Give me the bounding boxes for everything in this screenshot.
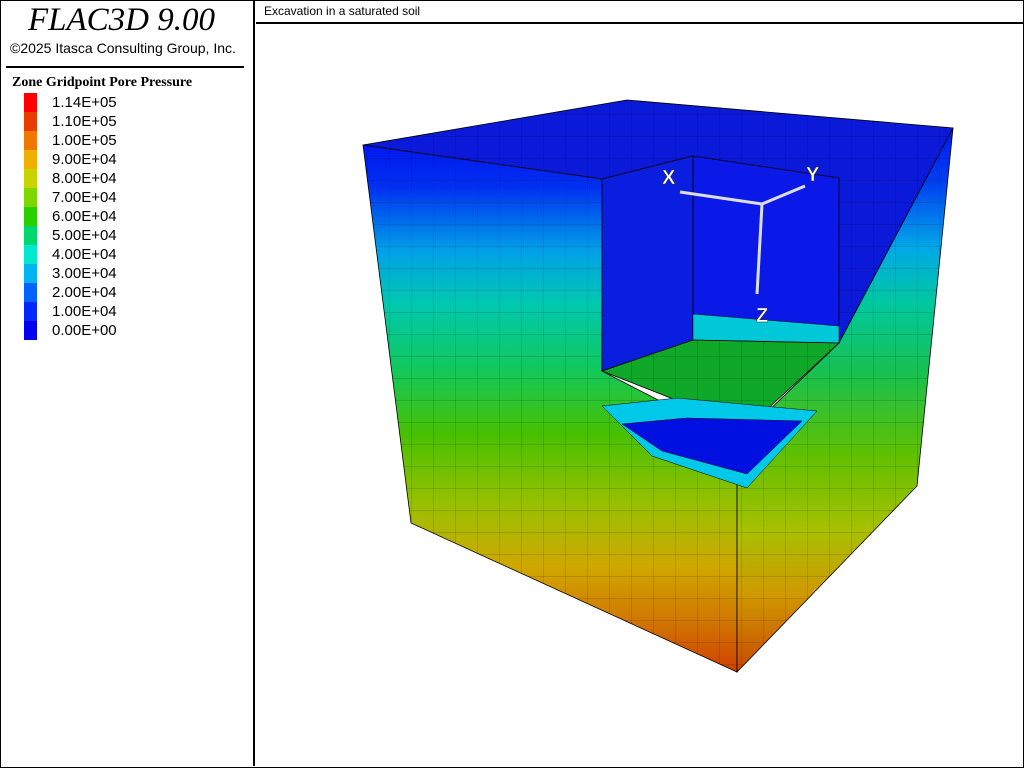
axis-x-label: X (662, 167, 676, 189)
axis-y-label: Y (806, 164, 820, 186)
legend-label: 1.10E+05 (52, 113, 117, 130)
axis-z-label: Z (756, 305, 768, 327)
legend-swatch (24, 188, 37, 207)
legend-panel: FLAC3D 9.00 ©2025 Itasca Consulting Grou… (0, 0, 255, 766)
legend-swatch (24, 302, 37, 321)
model-view[interactable]: X Y Z (257, 26, 1022, 766)
copyright-text: ©2025 Itasca Consulting Group, Inc. (10, 40, 236, 56)
model-viewport[interactable]: X Y Z (257, 26, 1022, 766)
legend-swatch (24, 283, 37, 302)
legend-swatch (24, 245, 37, 264)
plot-header: Excavation in a saturated soil (256, 0, 1023, 24)
legend-label: 1.00E+04 (52, 303, 117, 320)
legend-label: 3.00E+04 (52, 265, 117, 282)
legend-label: 5.00E+04 (52, 227, 117, 244)
legend-label: 0.00E+00 (52, 322, 117, 339)
legend-label: 7.00E+04 (52, 189, 117, 206)
legend-swatch (24, 321, 37, 340)
app-title: FLAC3D 9.00 (28, 2, 216, 38)
legend-title: Zone Gridpoint Pore Pressure (12, 75, 193, 90)
plot-title: Excavation in a saturated soil (264, 4, 421, 18)
legend-swatch (24, 264, 37, 283)
legend-swatch (24, 169, 37, 188)
legend-label: 9.00E+04 (52, 151, 117, 168)
legend-label: 1.14E+05 (52, 94, 117, 111)
legend-swatch (24, 93, 37, 112)
legend-swatch (24, 207, 37, 226)
legend-swatch (24, 131, 37, 150)
legend-label: 2.00E+04 (52, 284, 117, 301)
legend-swatch (24, 150, 37, 169)
title-divider (6, 66, 244, 68)
legend-label: 8.00E+04 (52, 170, 117, 187)
legend-label: 4.00E+04 (52, 246, 117, 263)
legend-swatch (24, 112, 37, 131)
legend-label: 1.00E+05 (52, 132, 117, 149)
legend-swatch (24, 226, 37, 245)
legend-label: 6.00E+04 (52, 208, 117, 225)
excavation-left-wall (601, 155, 694, 372)
